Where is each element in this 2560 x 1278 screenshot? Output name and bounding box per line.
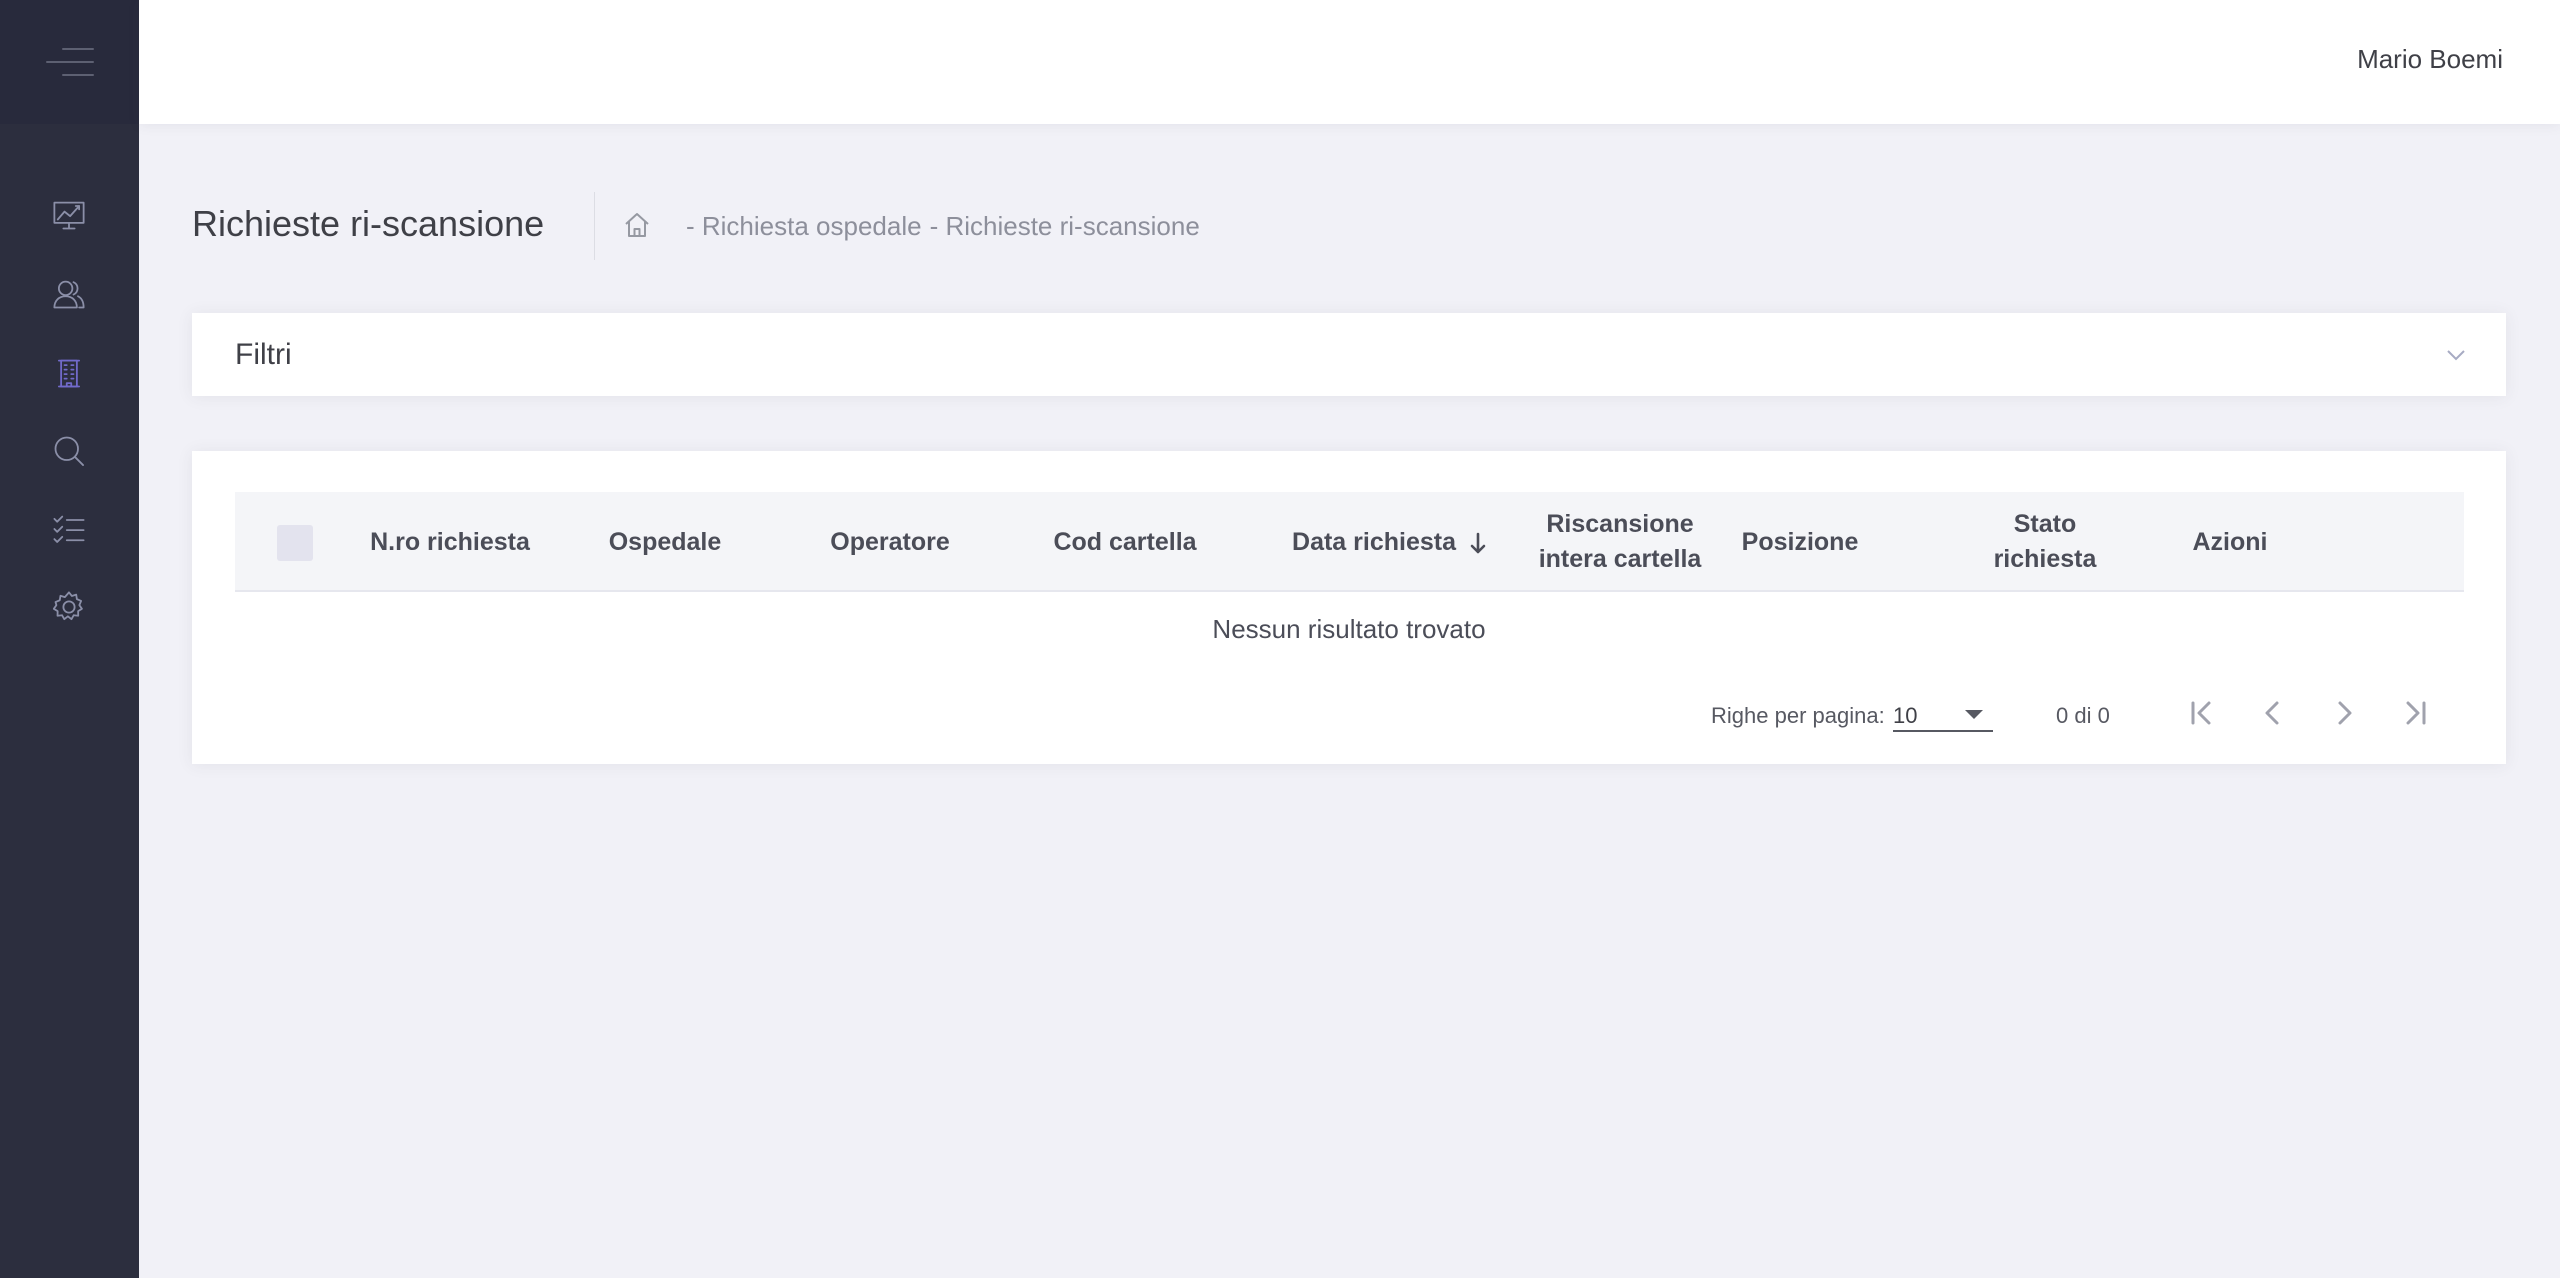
sidebar-item-tasks[interactable] [45, 505, 93, 553]
column-header-folder-code[interactable]: Cod cartella [1025, 492, 1225, 592]
column-header-actions: Azioni [2192, 527, 2268, 556]
checklist-icon [53, 515, 85, 543]
users-icon [53, 280, 85, 309]
sidebar-item-search[interactable] [45, 427, 93, 475]
last-page-button[interactable] [2393, 691, 2437, 735]
sidebar-header [0, 0, 139, 124]
sidebar-item-users[interactable] [45, 270, 93, 318]
rows-per-page-select[interactable]: 10 [1893, 696, 1993, 732]
user-name[interactable]: Mario Boemi [2357, 44, 2503, 75]
last-page-icon [2406, 701, 2426, 725]
table-panel: N.ro richiesta Ospedale Operatore Cod ca… [192, 451, 2506, 764]
sidebar-item-hospital-requests[interactable] [45, 349, 93, 397]
previous-page-button[interactable] [2251, 691, 2295, 735]
column-header-request-status[interactable]: Stato richiesta [1975, 492, 2115, 592]
chevron-right-icon [2338, 701, 2352, 725]
rows-per-page-label: Righe per pagina: [1711, 703, 1885, 728]
breadcrumb-item-hospital-request[interactable]: - Richiesta ospedale [686, 211, 922, 242]
breadcrumb-item-rescan-requests[interactable]: - Richieste ri-scansione [930, 211, 1200, 242]
breadcrumb: - Richiesta ospedale - Richieste ri-scan… [686, 211, 1200, 242]
building-icon [57, 359, 81, 388]
sidebar-item-dashboard[interactable] [45, 191, 93, 239]
first-page-button[interactable] [2180, 691, 2224, 735]
column-header-operator[interactable]: Operatore [805, 492, 975, 592]
filters-title: Filtri [235, 338, 292, 371]
sidebar [0, 0, 139, 1278]
chart-icon [53, 201, 85, 230]
column-header-request-date-label: Data richiesta [1292, 527, 1456, 556]
column-header-hospital[interactable]: Ospedale [585, 492, 745, 592]
column-header-request-date[interactable]: Data richiesta [1265, 492, 1515, 592]
page-title: Richieste ri-scansione [192, 203, 545, 244]
filters-panel[interactable]: Filtri [192, 313, 2506, 396]
chevron-left-icon [2265, 701, 2279, 725]
next-page-button[interactable] [2322, 691, 2366, 735]
sidebar-item-settings[interactable] [45, 583, 93, 631]
rows-per-page-value: 10 [1893, 703, 1918, 728]
search-icon [54, 436, 84, 466]
menu-toggle-icon[interactable] [45, 48, 94, 76]
empty-table-message: Nessun risultato trovato [1212, 614, 1486, 644]
home-icon[interactable] [622, 210, 652, 240]
column-header-request-number[interactable]: N.ro richiesta [355, 492, 545, 592]
title-divider [594, 192, 595, 260]
chevron-down-icon[interactable] [2444, 343, 2468, 367]
top-bar: Mario Boemi [139, 0, 2560, 124]
column-header-full-rescan[interactable]: Riscansione intera cartella [1525, 492, 1715, 592]
caret-down-icon [1965, 710, 1983, 719]
column-header-position[interactable]: Posizione [1725, 492, 1875, 592]
sort-descending-icon [1468, 530, 1488, 554]
select-all-checkbox[interactable] [277, 525, 313, 561]
table-header: N.ro richiesta Ospedale Operatore Cod ca… [235, 492, 2464, 592]
gear-icon [52, 591, 83, 621]
pagination-range: 0 di 0 [2056, 703, 2110, 728]
first-page-icon [2191, 701, 2211, 725]
